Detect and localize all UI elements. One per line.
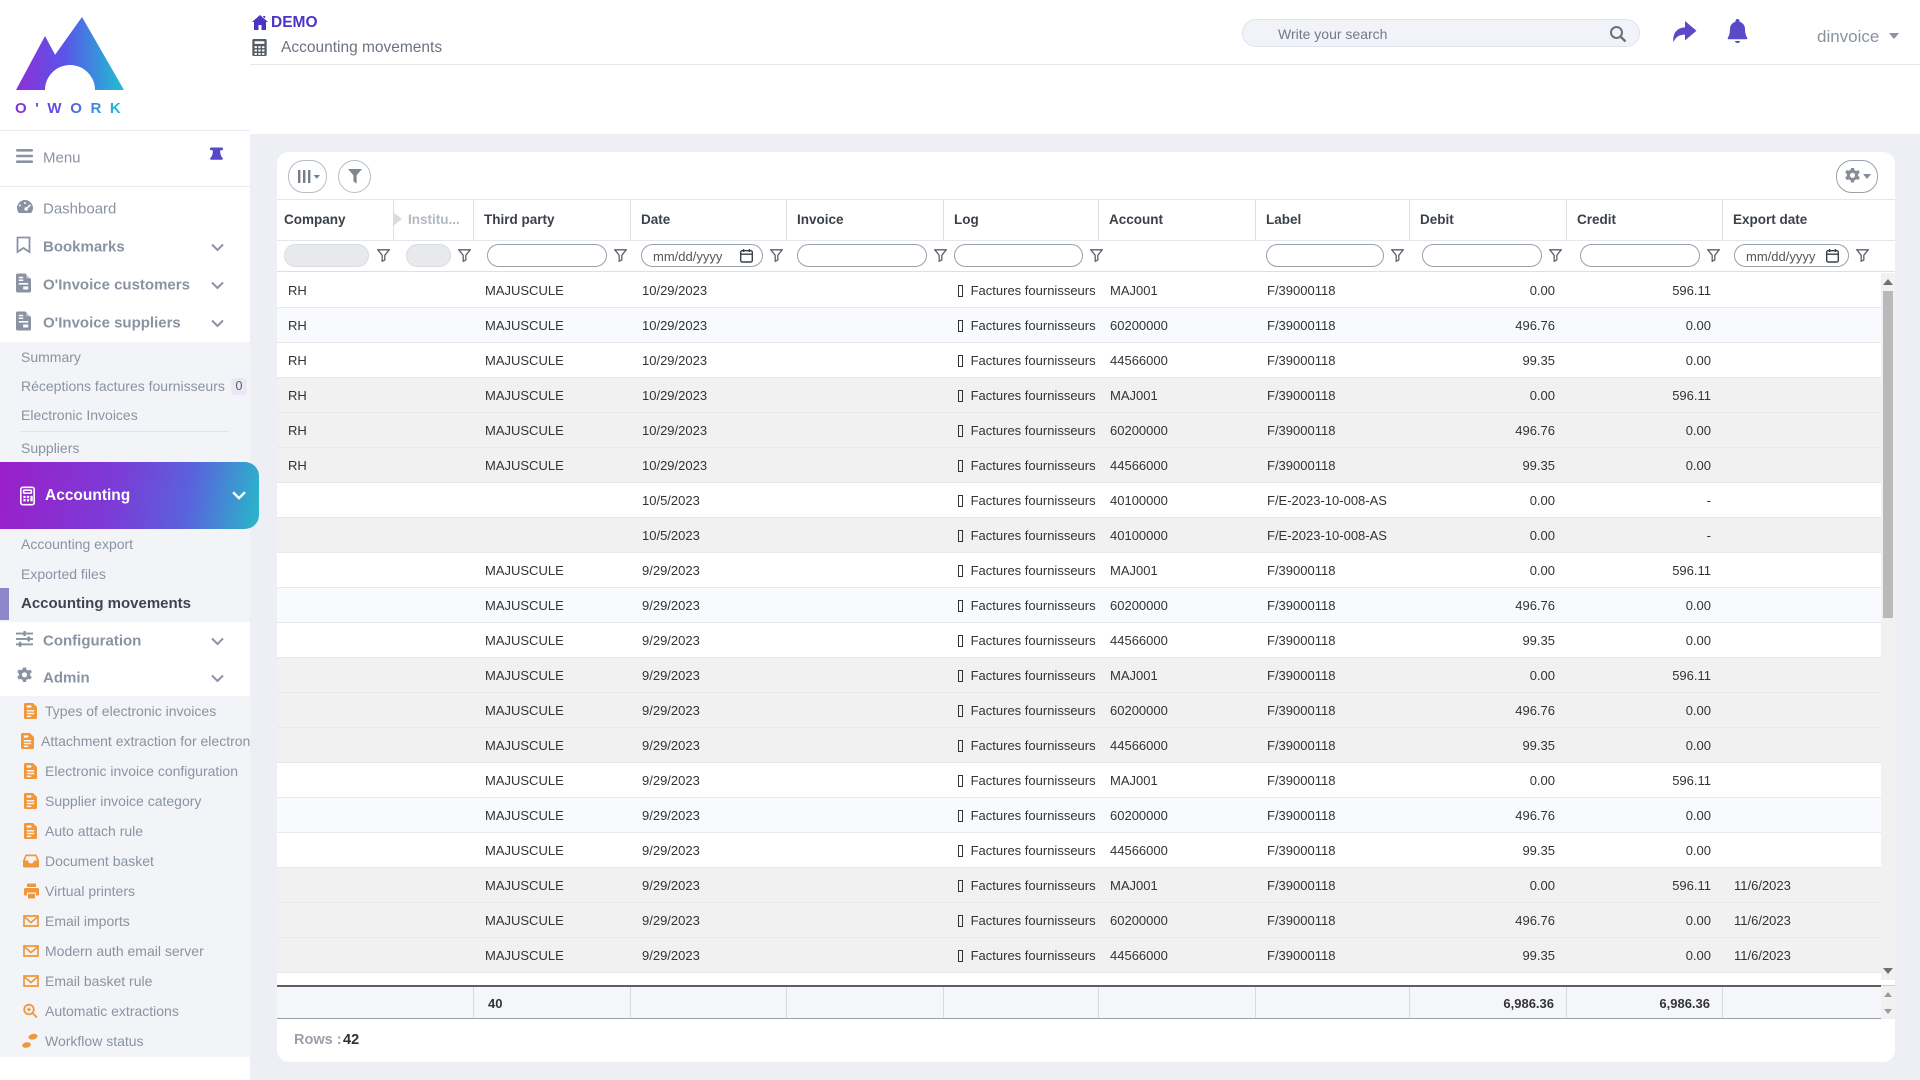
svg-text:O'WORK: O'WORK bbox=[15, 100, 129, 117]
